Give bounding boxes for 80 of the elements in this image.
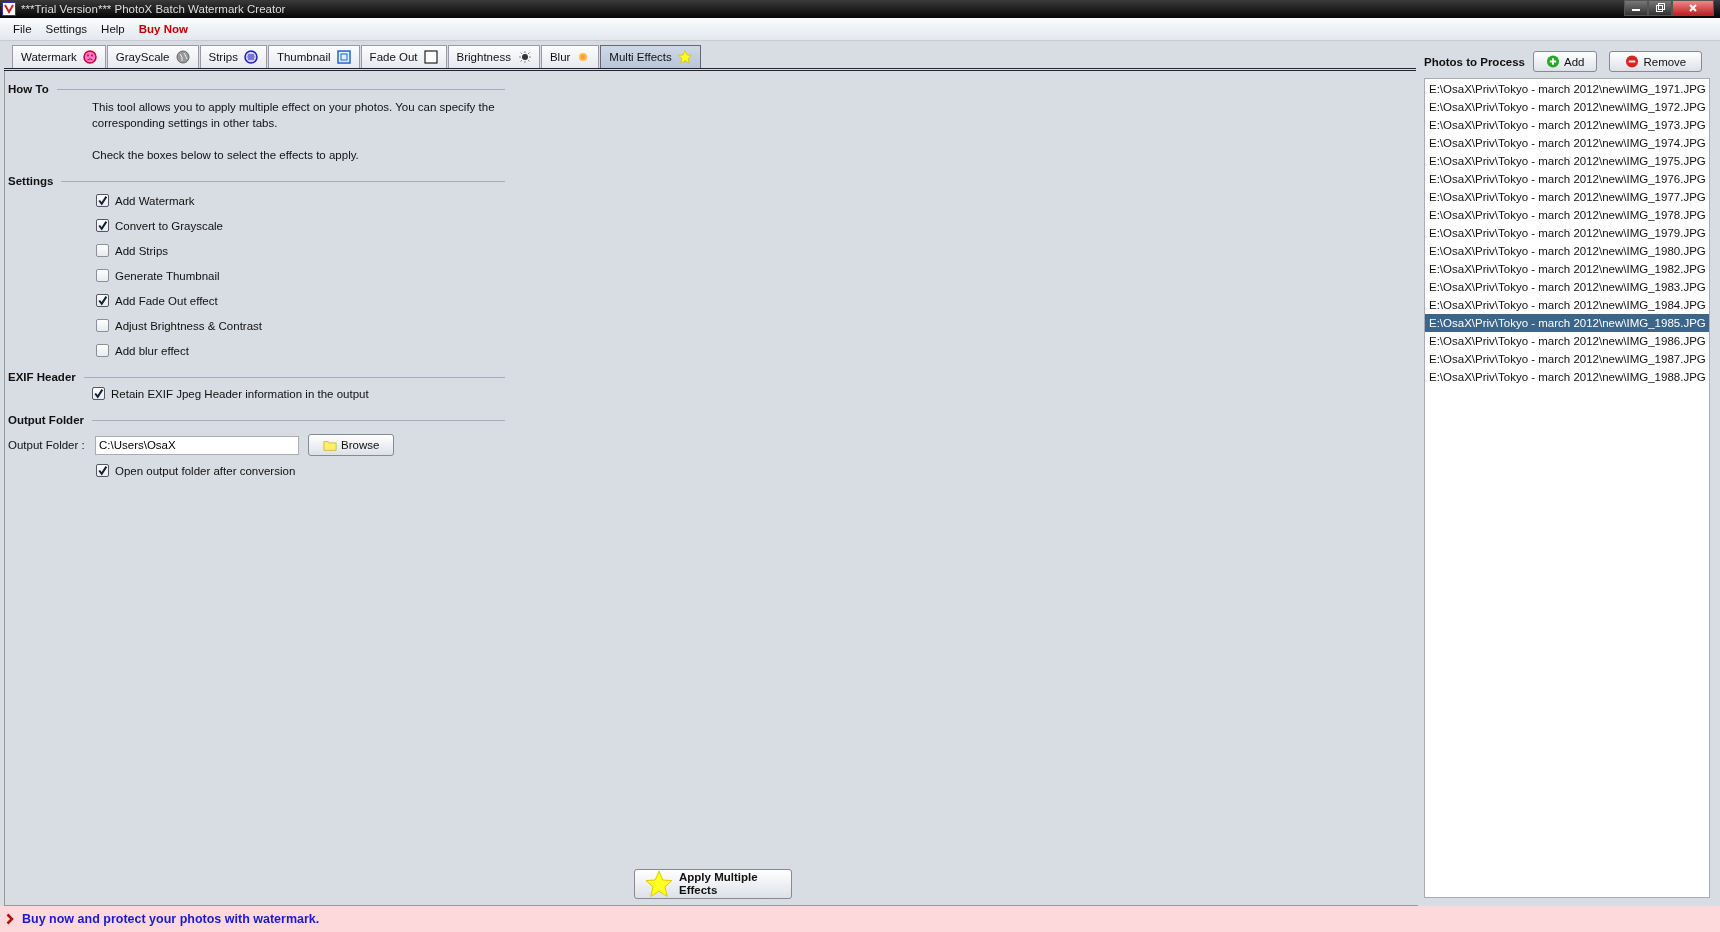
checkbox[interactable] <box>96 344 109 357</box>
panel-title: Photos to Process <box>1424 55 1525 68</box>
window-title: ***Trial Version*** PhotoX Batch Watermark Creator <box>21 3 286 15</box>
maximize-button[interactable] <box>1648 0 1672 16</box>
file-list-item[interactable]: E:\OsaX\Priv\Tokyo - march 2012\new\IMG_1988.JPG <box>1425 368 1709 386</box>
checkbox-label: Open output folder after conversion <box>115 464 296 477</box>
file-list-item[interactable]: E:\OsaX\Priv\Tokyo - march 2012\new\IMG_1987.JPG <box>1425 350 1709 368</box>
file-list-item[interactable]: E:\OsaX\Priv\Tokyo - march 2012\new\IMG_1978.JPG <box>1425 206 1709 224</box>
tab[interactable]: Thumbnail <box>267 45 360 68</box>
tab[interactable]: GrayScale <box>106 45 199 68</box>
add-button[interactable]: Add <box>1532 51 1598 72</box>
checkbox[interactable] <box>92 387 105 400</box>
checkbox-label: Add blur effect <box>115 344 189 357</box>
output-folder-field[interactable]: C:\Users\OsaX <box>95 435 299 455</box>
square-icon <box>336 50 351 64</box>
remove-button[interactable]: Remove <box>1609 51 1703 72</box>
checkbox[interactable] <box>96 294 109 307</box>
file-list-item[interactable]: E:\OsaX\Priv\Tokyo - march 2012\new\IMG_1971.JPG <box>1425 80 1709 98</box>
checkbox-label: Add Strips <box>115 244 169 257</box>
checkbox[interactable] <box>96 194 109 207</box>
section-heading: How To <box>8 83 49 95</box>
file-list-item[interactable]: E:\OsaX\Priv\Tokyo - march 2012\new\IMG_1975.JPG <box>1425 152 1709 170</box>
browse-button[interactable]: Browse <box>308 434 395 456</box>
file-list-item[interactable]: E:\OsaX\Priv\Tokyo - march 2012\new\IMG_1980.JPG <box>1425 242 1709 260</box>
file-list-item[interactable]: E:\OsaX\Priv\Tokyo - march 2012\new\IMG_1977.JPG <box>1425 188 1709 206</box>
file-list-item[interactable]: E:\OsaX\Priv\Tokyo - march 2012\new\IMG_1973.JPG <box>1425 116 1709 134</box>
tab[interactable]: Brightness <box>447 45 540 68</box>
tab[interactable]: Blur <box>540 45 600 68</box>
instruction-text: Check the boxes below to select the effects to apply. <box>92 148 360 163</box>
close-icon <box>1688 3 1698 13</box>
blank-square-icon <box>423 50 438 64</box>
checkbox-label: Generate Thumbnail <box>115 269 220 282</box>
menu-item[interactable]: Help <box>94 23 132 35</box>
file-list-item[interactable]: E:\OsaX\Priv\Tokyo - march 2012\new\IMG_1983.JPG <box>1425 278 1709 296</box>
restore-icon <box>1655 3 1665 13</box>
minimize-button[interactable] <box>1624 0 1648 16</box>
description-text: This tool allows you to apply multiple effect on your photos. You can specify the corresponding settings in other tabs. <box>92 100 496 131</box>
section-heading: Output Folder <box>8 414 84 426</box>
chevron-icon <box>6 913 14 925</box>
tab[interactable]: Watermark <box>12 45 106 68</box>
file-list-item[interactable]: E:\OsaX\Priv\Tokyo - march 2012\new\IMG_1979.JPG <box>1425 224 1709 242</box>
checkbox[interactable] <box>96 269 109 282</box>
file-list-item[interactable]: E:\OsaX\Priv\Tokyo - march 2012\new\IMG_1984.JPG <box>1425 296 1709 314</box>
striped-circle-icon <box>243 50 258 64</box>
file-list-item[interactable]: E:\OsaX\Priv\Tokyo - march 2012\new\IMG_1982.JPG <box>1425 260 1709 278</box>
file-list-item[interactable]: E:\OsaX\Priv\Tokyo - march 2012\new\IMG_1985.JPG <box>1425 314 1709 332</box>
app-logo-icon <box>2 2 16 16</box>
tab[interactable]: Multi Effects <box>600 45 701 68</box>
star-icon <box>677 50 692 64</box>
checkbox-label: Retain EXIF Jpeg Header information in the output <box>111 387 369 400</box>
checkbox[interactable] <box>96 319 109 332</box>
close-button[interactable] <box>1672 0 1714 16</box>
checkbox-label: Convert to Grayscale <box>115 219 223 232</box>
tab[interactable]: Strips <box>199 45 267 68</box>
checkbox[interactable] <box>96 219 109 232</box>
file-list-item[interactable]: E:\OsaX\Priv\Tokyo - march 2012\new\IMG_1976.JPG <box>1425 170 1709 188</box>
menu-item[interactable]: Settings <box>38 23 95 35</box>
sad-face-icon <box>82 50 97 64</box>
section-heading: EXIF Header <box>8 371 76 383</box>
promo-link[interactable]: Buy now and protect your photos with watermark. <box>22 912 320 926</box>
file-list-item[interactable]: E:\OsaX\Priv\Tokyo - march 2012\new\IMG_1974.JPG <box>1425 134 1709 152</box>
apply-effects-button[interactable]: Apply Multiple Effects <box>634 869 792 899</box>
checkbox-label: Add Fade Out effect <box>115 294 218 307</box>
star-icon <box>645 870 673 898</box>
checkbox-label: Add Watermark <box>115 194 195 207</box>
minus-icon <box>1625 55 1640 68</box>
file-list-item[interactable]: E:\OsaX\Priv\Tokyo - march 2012\new\IMG_1986.JPG <box>1425 332 1709 350</box>
folder-icon <box>323 438 337 452</box>
file-list-item[interactable]: E:\OsaX\Priv\Tokyo - march 2012\new\IMG_1972.JPG <box>1425 98 1709 116</box>
checkbox[interactable] <box>96 464 109 477</box>
menu-item[interactable]: File <box>6 23 39 35</box>
sun-icon <box>516 50 531 64</box>
menu-item[interactable]: Buy Now <box>131 23 195 35</box>
section-heading: Settings <box>8 175 54 187</box>
globe-icon <box>175 50 190 64</box>
field-label: Output Folder : <box>8 439 86 451</box>
checkbox-label: Adjust Brightness & Contrast <box>115 319 262 332</box>
checkbox[interactable] <box>96 244 109 257</box>
tab[interactable]: Fade Out <box>360 45 447 68</box>
plus-icon <box>1545 55 1560 68</box>
